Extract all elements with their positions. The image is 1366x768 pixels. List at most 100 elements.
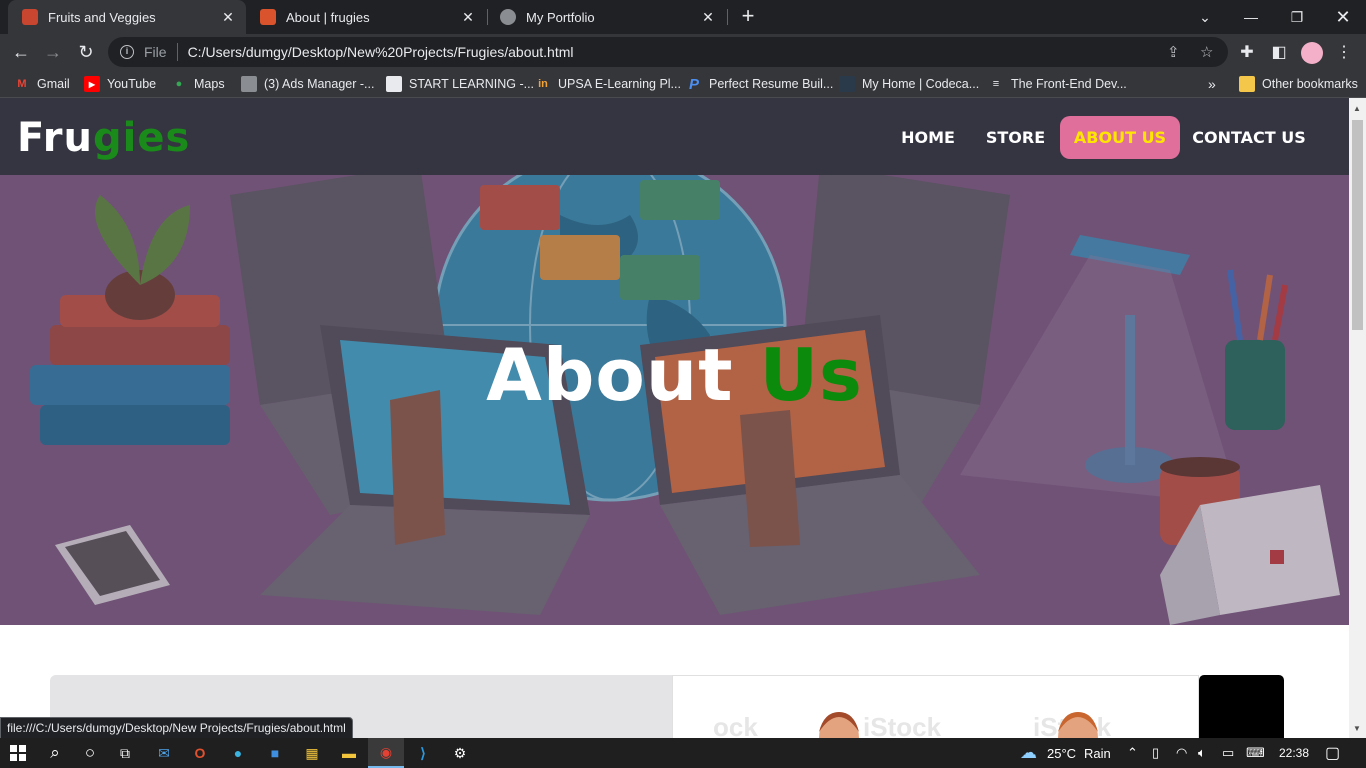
bookmark-youtube[interactable]: ▶ YouTube: [84, 75, 156, 93]
store-icon[interactable]: ■: [257, 738, 293, 768]
restore-icon[interactable]: ❐: [1274, 0, 1320, 34]
tab-label: My Portfolio: [526, 9, 595, 25]
tab-label: Fruits and Veggies: [48, 9, 156, 25]
bookmark-label: (3) Ads Manager -...: [264, 77, 375, 91]
bookmark-start-learning[interactable]: START LEARNING -...: [386, 75, 534, 93]
bookmark-label: START LEARNING -...: [409, 77, 535, 91]
close-window-icon[interactable]: ✕: [1320, 0, 1366, 34]
scroll-down-arrow-icon[interactable]: ▼: [1353, 724, 1361, 733]
ads-manager-icon: [241, 76, 257, 92]
page-scrollbar[interactable]: ▲ ▼: [1349, 98, 1366, 738]
bookmark-label: Gmail: [37, 77, 70, 91]
close-tab-icon[interactable]: ✕: [460, 9, 476, 26]
nav-home-link[interactable]: HOME: [889, 116, 967, 159]
wifi-icon[interactable]: ◠: [1176, 738, 1187, 768]
other-bookmarks-label: Other bookmarks: [1262, 77, 1358, 91]
weather-temp: 25°C: [1047, 745, 1077, 761]
resume-icon: P: [688, 75, 699, 93]
page-viewport: Frugies HOME STORE ABOUT US CONTACT US A…: [0, 98, 1349, 738]
logo-accent-text: gies: [92, 115, 191, 161]
folder-icon: [1239, 76, 1255, 92]
bookmark-frontend-dev[interactable]: ≡ The Front-End Dev...: [988, 75, 1127, 93]
nav-store-link[interactable]: STORE: [977, 116, 1054, 159]
tab-separator: [727, 9, 728, 25]
edge-icon[interactable]: ●: [220, 738, 256, 768]
bookmarks-overflow-icon[interactable]: »: [1208, 75, 1216, 93]
close-tab-icon[interactable]: ✕: [220, 9, 236, 26]
task-view-icon[interactable]: ⧉: [107, 738, 143, 768]
weather-condition: Rain: [1084, 745, 1111, 761]
bookmark-maps[interactable]: ● Maps: [171, 75, 225, 93]
bookmark-gmail[interactable]: M Gmail: [14, 75, 70, 93]
bookmark-label: Perfect Resume Buil...: [709, 77, 834, 91]
bookmarks-bar: M Gmail ▶ YouTube ● Maps (3) Ads Manager…: [0, 70, 1366, 98]
start-learning-icon: [386, 76, 402, 92]
volume-icon[interactable]: 🔈︎: [1198, 738, 1206, 768]
nav-about-us-link[interactable]: ABOUT US: [1060, 116, 1180, 159]
tab-fruits-and-veggies[interactable]: Fruits and Veggies ✕: [8, 0, 246, 34]
reload-icon[interactable]: ↻: [72, 38, 100, 66]
gmail-icon: M: [17, 78, 27, 90]
extensions-puzzle-icon[interactable]: ✚: [1233, 38, 1261, 66]
clock-time[interactable]: 22:38: [1279, 738, 1309, 768]
bookmark-label: Maps: [194, 77, 225, 91]
profile-avatar[interactable]: [1301, 42, 1323, 64]
notification-center-icon[interactable]: ▢: [1325, 738, 1340, 768]
chrome-icon[interactable]: ◉: [368, 738, 404, 768]
bookmark-perfect-resume[interactable]: P Perfect Resume Buil...: [686, 75, 833, 93]
office-icon[interactable]: O: [182, 738, 218, 768]
scrollbar-thumb[interactable]: [1352, 120, 1363, 330]
codecademy-icon: [839, 76, 855, 92]
tab-about-frugies[interactable]: About | frugies ✕: [246, 0, 486, 34]
about-hero-banner: About Us: [0, 175, 1349, 625]
device-icon[interactable]: ▯: [1152, 738, 1159, 768]
forward-arrow-icon[interactable]: →: [39, 38, 67, 66]
battery-icon[interactable]: ▭: [1222, 738, 1234, 768]
bookmark-ads-manager[interactable]: (3) Ads Manager -...: [241, 75, 374, 93]
bookmark-label: UPSA E-Learning Pl...: [558, 77, 681, 91]
share-icon[interactable]: ⇪: [1167, 43, 1180, 61]
tab-search-chevron-icon[interactable]: ⌄: [1182, 0, 1228, 34]
file-explorer-icon[interactable]: ▬: [331, 738, 367, 768]
bookmark-codecademy[interactable]: My Home | Codeca...: [839, 75, 979, 93]
omnibox-divider: [176, 43, 178, 61]
menu-kebab-icon[interactable]: ⋮: [1330, 38, 1358, 66]
upsa-icon: in: [538, 78, 548, 90]
bookmark-star-icon[interactable]: ☆: [1200, 43, 1213, 61]
rain-cloud-icon: ☁: [1020, 743, 1037, 762]
ms-store-icon[interactable]: ▦: [294, 738, 330, 768]
show-hidden-icons-chevron-icon[interactable]: ⌃: [1127, 738, 1138, 768]
side-panel-icon[interactable]: ◧: [1265, 38, 1293, 66]
new-tab-icon[interactable]: +: [735, 4, 761, 30]
url-text[interactable]: C:/Users/dumgy/Desktop/New%20Projects/Fr…: [188, 44, 574, 60]
minimize-icon[interactable]: —: [1228, 0, 1274, 34]
bookmark-upsa[interactable]: in UPSA E-Learning Pl...: [535, 75, 681, 93]
frontend-icon: ≡: [992, 78, 1000, 90]
heading-accent-text: Us: [759, 333, 863, 417]
vscode-icon[interactable]: ⟩: [405, 738, 441, 768]
heading-main-text: About: [486, 333, 734, 417]
site-logo[interactable]: Frugies: [17, 115, 190, 161]
tab-my-portfolio[interactable]: My Portfolio ✕: [486, 0, 726, 34]
search-icon[interactable]: ⌕: [37, 738, 73, 768]
settings-gear-icon[interactable]: ⚙: [442, 738, 478, 768]
other-bookmarks[interactable]: Other bookmarks: [1239, 75, 1358, 93]
browser-toolbar: ← → ↻ i File C:/Users/dumgy/Desktop/New%…: [0, 34, 1366, 70]
keyboard-icon[interactable]: ⌨: [1246, 738, 1265, 768]
address-bar[interactable]: i File C:/Users/dumgy/Desktop/New%20Proj…: [108, 37, 1228, 67]
weather-widget[interactable]: ☁ 25°C Rain: [1020, 738, 1111, 768]
bookmark-label: My Home | Codeca...: [862, 77, 980, 91]
frugies-favicon-icon: [260, 9, 276, 25]
cortana-icon[interactable]: ○: [72, 738, 108, 768]
mail-icon[interactable]: ✉: [146, 738, 182, 768]
windows-start-icon[interactable]: [0, 738, 36, 768]
url-scheme: File: [144, 44, 167, 60]
maps-icon: ●: [175, 78, 183, 90]
scroll-up-arrow-icon[interactable]: ▲: [1353, 104, 1361, 113]
info-icon[interactable]: i: [120, 45, 134, 59]
close-tab-icon[interactable]: ✕: [700, 9, 716, 26]
nav-contact-us-link[interactable]: CONTACT US: [1186, 116, 1312, 159]
youtube-icon: ▶: [84, 76, 100, 92]
back-arrow-icon[interactable]: ←: [7, 38, 35, 66]
avatar-faces-illustration: [819, 712, 1098, 738]
